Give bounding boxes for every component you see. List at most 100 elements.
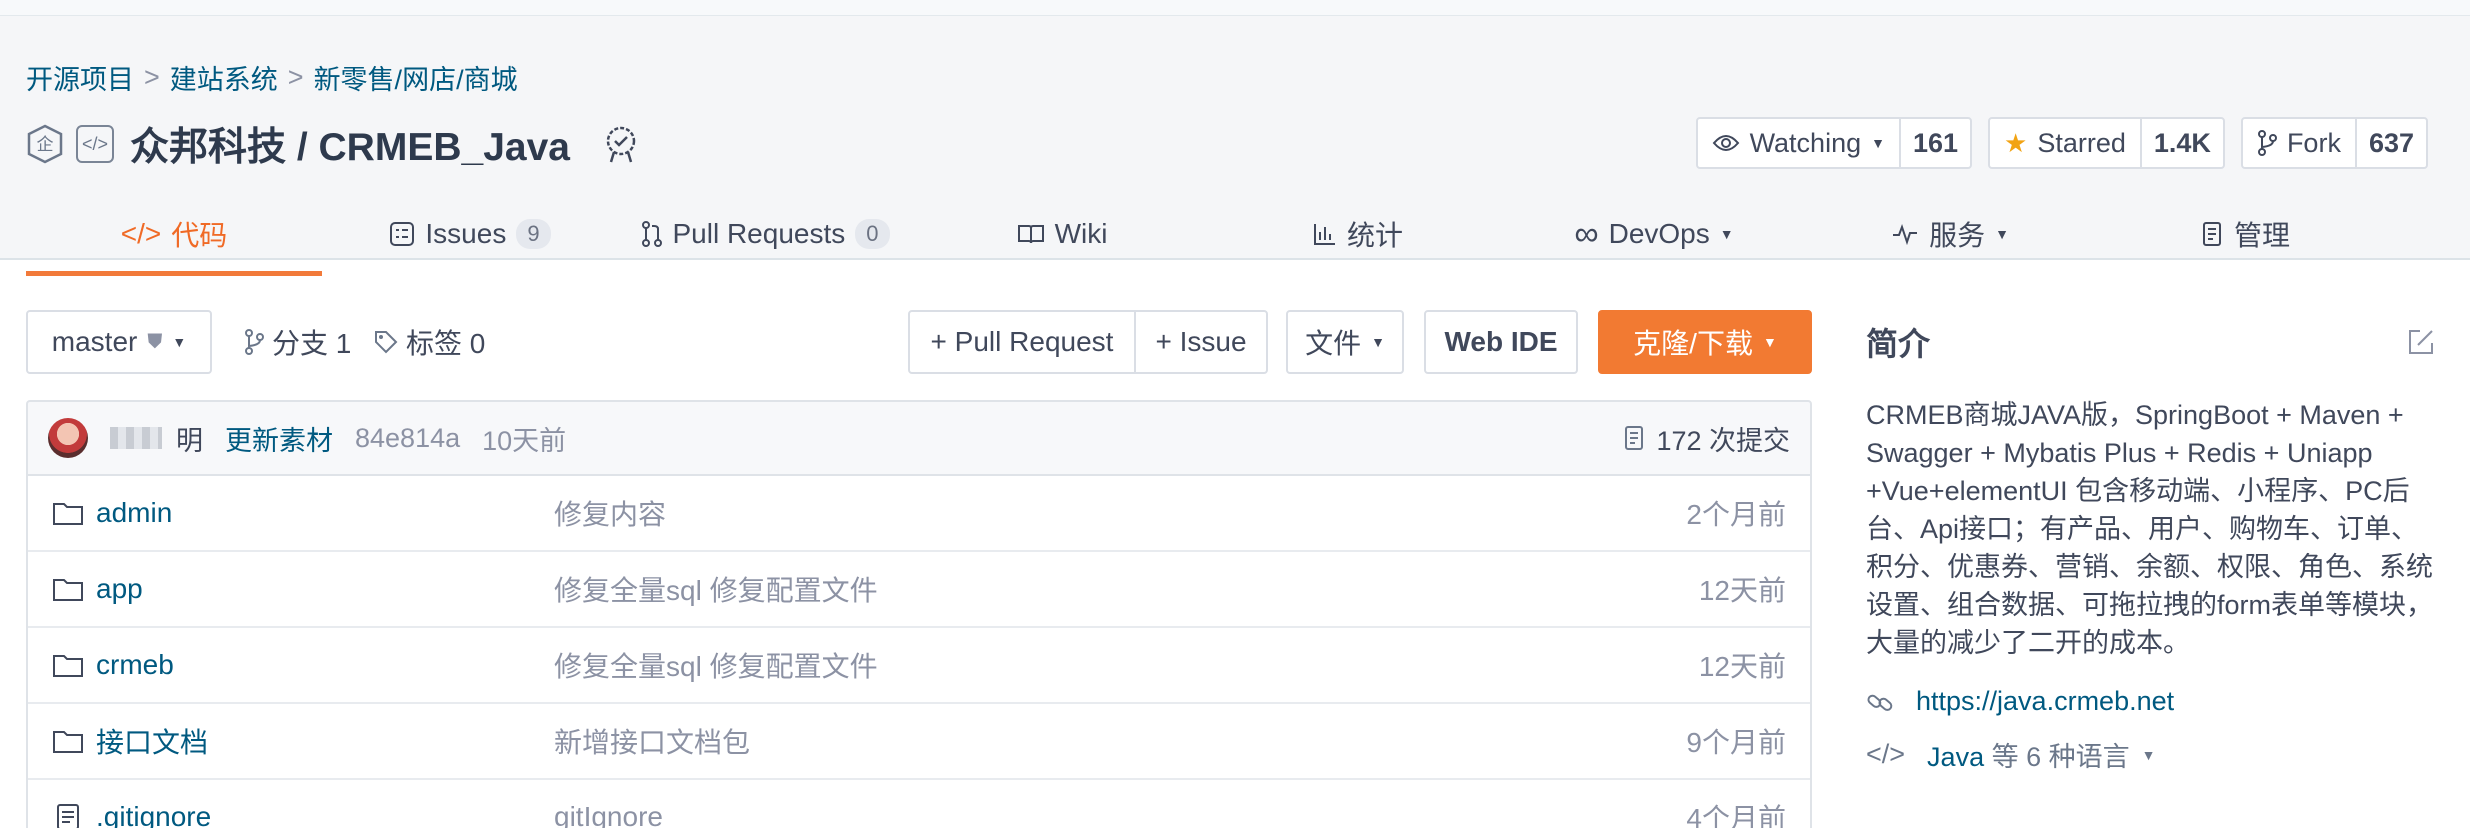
tags-label: 标签 0 <box>406 328 486 359</box>
clone-download-button[interactable]: 克隆/下载 ▼ <box>1598 310 1812 374</box>
tab-issues-label: Issues <box>425 218 507 249</box>
file-commit-message[interactable]: 修复全量sql 修复配置文件 <box>554 569 1699 609</box>
table-row: 接口文档 新增接口文档包 9个月前 <box>28 704 1810 780</box>
file-commit-message[interactable]: 新增接口文档包 <box>554 721 1686 761</box>
star-count[interactable]: 1.4K <box>2139 119 2223 167</box>
sidebar-title: 简介 <box>1866 326 1931 362</box>
link-icon <box>1867 694 1893 711</box>
tab-code[interactable]: </> 代码 <box>26 192 322 276</box>
commit-count-link[interactable]: 172 次提交 <box>1624 419 1790 458</box>
breadcrumb-item-site-system[interactable]: 建站系统 <box>170 58 278 97</box>
star-button[interactable]: ★ Starred 1.4K <box>1988 117 2225 169</box>
issues-count-badge: 9 <box>516 219 551 249</box>
new-pull-request-button[interactable]: + Pull Request <box>908 310 1136 374</box>
commit-hash[interactable]: 84e814a <box>355 423 460 454</box>
file-name[interactable]: .gitignore <box>96 801 211 828</box>
file-menu-button[interactable]: 文件 ▼ <box>1286 310 1404 374</box>
file-commit-message[interactable]: 修复全量sql 修复配置文件 <box>554 645 1699 685</box>
breadcrumb-item-retail[interactable]: 新零售/网店/商城 <box>314 58 518 97</box>
edit-icon[interactable] <box>2406 327 2436 357</box>
table-row: app 修复全量sql 修复配置文件 12天前 <box>28 552 1810 628</box>
file-commit-time: 12天前 <box>1698 575 1786 606</box>
tab-pulls-label: Pull Requests <box>672 218 846 249</box>
branch-icon <box>245 329 264 355</box>
folder-icon <box>53 731 83 753</box>
repo-title-row: 企 </> 众邦科技 / CRMEB_Java <box>26 116 640 172</box>
shield-icon: ⛊ <box>147 330 163 353</box>
star-icon: ★ <box>2004 127 2028 158</box>
watch-label: Watching <box>1749 127 1862 158</box>
manage-doc-icon <box>2202 222 2221 246</box>
tab-services-label: 服务 <box>1929 220 1986 251</box>
book-icon <box>1017 225 1044 244</box>
tab-stats-label: 统计 <box>1346 220 1403 251</box>
tags-link[interactable]: 标签 0 <box>374 310 485 374</box>
pull-request-icon <box>642 221 663 247</box>
code-toolbar: master ⛊ ▼ 分支 1 标签 0 + Pull Request + Is… <box>26 310 1812 374</box>
repo-tabs: </> 代码 Issues 9 Pull Requests 0 Wiki 统计 … <box>26 192 2470 276</box>
watch-button[interactable]: Watching ▼ 161 <box>1695 117 1973 169</box>
issue-list-icon <box>390 222 415 246</box>
other-languages: 等 6 种语言 <box>1991 742 2130 772</box>
tab-manage[interactable]: 管理 <box>2098 192 2394 276</box>
infinity-icon: ∞ <box>1574 214 1599 253</box>
commit-author[interactable]: 明 <box>176 419 203 458</box>
author-blurred-icon <box>110 427 162 449</box>
watch-count[interactable]: 161 <box>1898 119 1970 167</box>
table-row: crmeb 修复全量sql 修复配置文件 12天前 <box>28 628 1810 704</box>
tab-manage-label: 管理 <box>2233 220 2290 251</box>
new-issue-button[interactable]: + Issue <box>1134 310 1268 374</box>
star-label: Starred <box>2037 127 2126 158</box>
branch-selector[interactable]: master ⛊ ▼ <box>26 310 212 374</box>
tab-wiki[interactable]: Wiki <box>914 192 1210 276</box>
breadcrumb: 开源项目 > 建站系统 > 新零售/网店/商城 <box>26 58 518 97</box>
commit-message[interactable]: 更新素材 <box>225 419 333 458</box>
tab-issues[interactable]: Issues 9 <box>322 192 618 276</box>
file-name[interactable]: admin <box>96 497 172 529</box>
repo-sidebar: 简介 CRMEB商城JAVA版，SpringBoot + Maven + Swa… <box>1866 310 2436 774</box>
tab-devops-label: DevOps <box>1608 218 1710 249</box>
chevron-down-icon: ▼ <box>1995 226 2009 242</box>
breadcrumb-separator: > <box>144 62 160 92</box>
eye-icon <box>1712 135 1739 151</box>
repo-actions: Watching ▼ 161 ★ Starred 1.4K Fork 637 <box>1695 117 2428 169</box>
breadcrumb-separator: > <box>287 62 304 92</box>
file-name[interactable]: 接口文档 <box>96 721 208 761</box>
code-icon: </> <box>120 218 162 249</box>
file-commit-message[interactable]: 修复内容 <box>554 493 1686 533</box>
languages-row[interactable]: </> Java 等 6 种语言 ▼ <box>1866 735 2436 774</box>
pulls-count-badge: 0 <box>855 219 890 249</box>
file-name[interactable]: crmeb <box>96 649 174 681</box>
repo-title[interactable]: 众邦科技 / CRMEB_Java <box>130 116 570 172</box>
top-strip <box>0 0 2470 16</box>
file-commit-time: 9个月前 <box>1686 727 1786 758</box>
main-language: Java <box>1927 742 1985 772</box>
tab-devops[interactable]: ∞ DevOps ▼ <box>1506 192 1802 276</box>
chevron-down-icon: ▼ <box>172 334 187 350</box>
homepage-link[interactable]: https://java.crmeb.net <box>1916 686 2174 717</box>
avatar[interactable] <box>48 418 88 458</box>
svg-text:企: 企 <box>37 135 54 155</box>
branches-link[interactable]: 分支 1 <box>244 310 351 374</box>
web-ide-button[interactable]: Web IDE <box>1424 310 1578 374</box>
fork-button[interactable]: Fork 637 <box>2240 117 2428 169</box>
file-commit-message[interactable]: gitIgnore <box>554 801 1686 828</box>
file-name[interactable]: app <box>96 573 143 605</box>
code-repo-icon: </> <box>76 125 114 163</box>
file-commit-time: 4个月前 <box>1686 803 1786 828</box>
tab-services[interactable]: 服务 ▼ <box>1802 192 2098 276</box>
pulse-icon <box>1893 224 1918 245</box>
file-icon <box>57 804 79 828</box>
tab-stats[interactable]: 统计 <box>1210 192 1506 276</box>
tab-pull-requests[interactable]: Pull Requests 0 <box>618 192 914 276</box>
fork-count[interactable]: 637 <box>2354 119 2426 167</box>
code-icon: </> <box>1866 739 1906 769</box>
commit-log-icon <box>1625 426 1644 450</box>
branches-label: 分支 1 <box>272 328 352 359</box>
folder-icon <box>53 655 83 677</box>
table-row: admin 修复内容 2个月前 <box>28 476 1810 552</box>
breadcrumb-item-open-source[interactable]: 开源项目 <box>26 58 134 97</box>
table-row: .gitignore gitIgnore 4个月前 <box>28 780 1810 828</box>
tab-code-label: 代码 <box>171 220 228 251</box>
chevron-down-icon: ▼ <box>1371 334 1385 350</box>
